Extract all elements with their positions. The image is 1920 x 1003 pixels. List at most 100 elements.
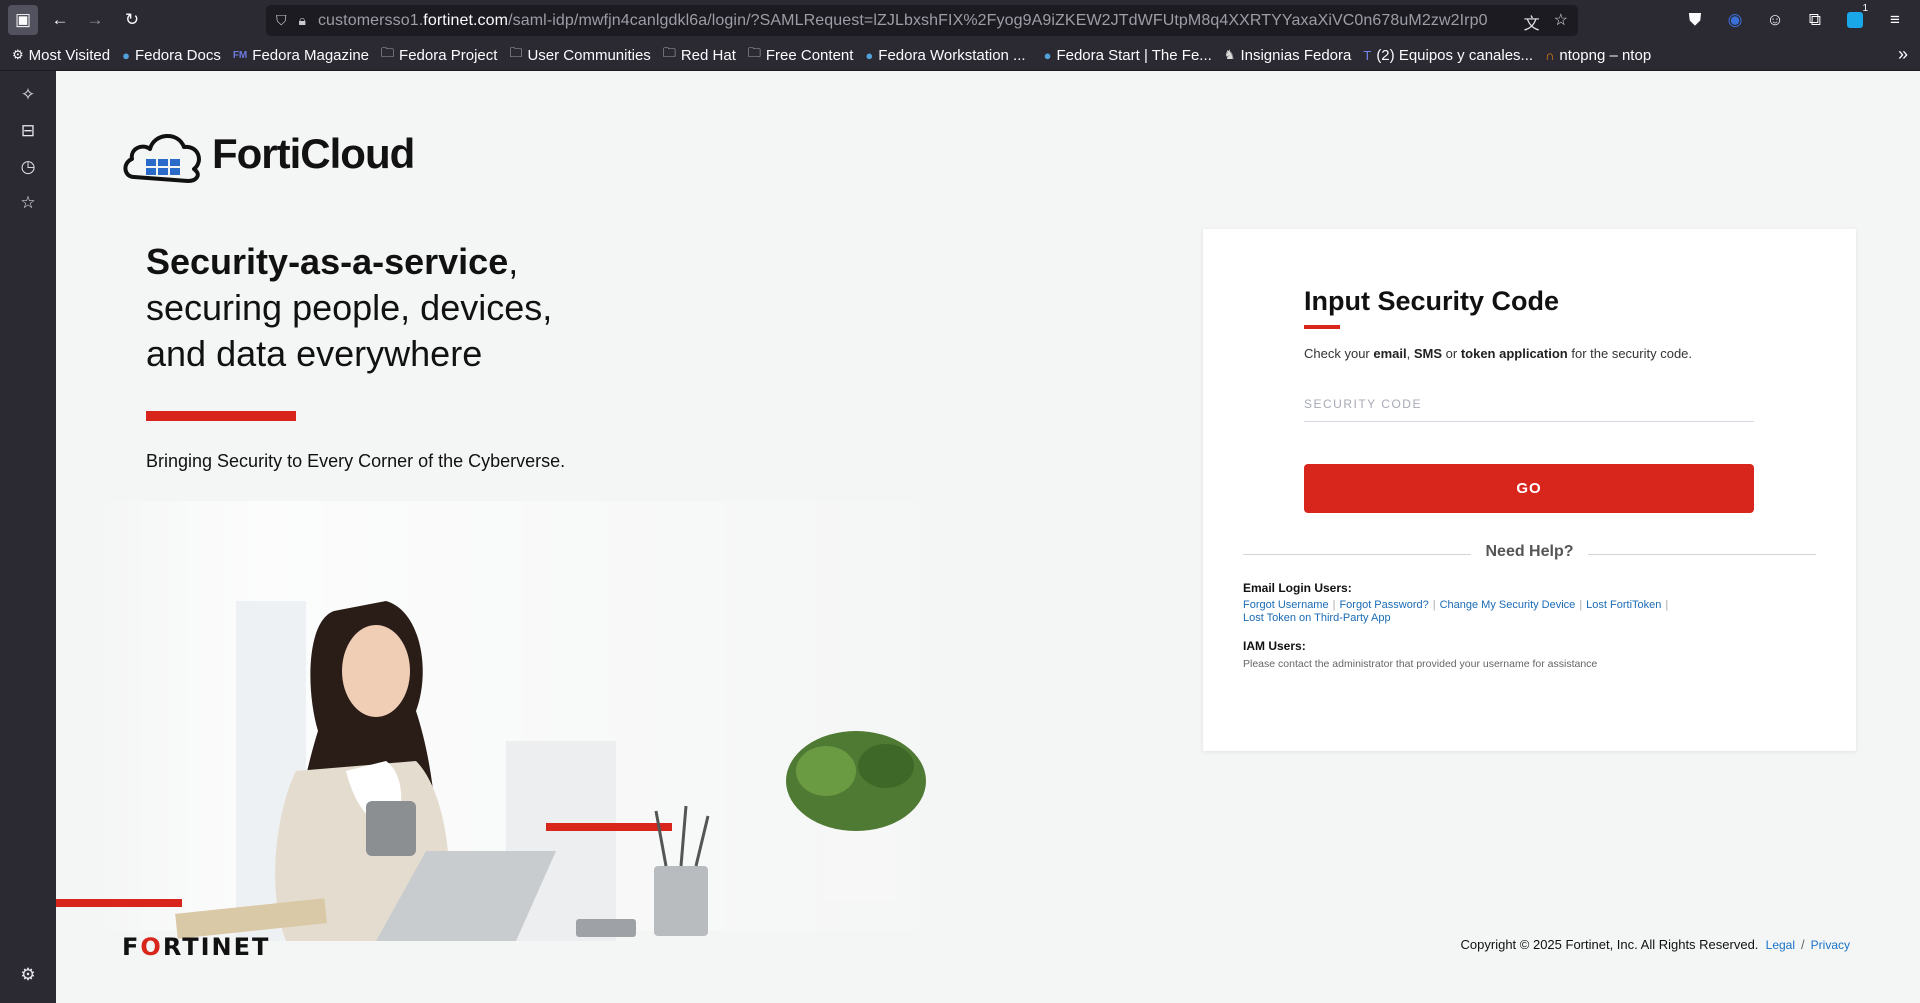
- legal-link[interactable]: Legal: [1766, 938, 1795, 952]
- folder-icon: 🗀: [509, 45, 523, 60]
- extensions-icon[interactable]: ⧉: [1800, 5, 1830, 35]
- bookmark-insignias-fedora[interactable]: ♞ Insignias Fedora: [1224, 47, 1352, 64]
- bookmark-label: Fedora Docs: [134, 46, 221, 64]
- bookmark-label: Red Hat: [680, 46, 736, 64]
- forward-button[interactable]: →: [80, 5, 110, 35]
- change-security-device-link[interactable]: Change My Security Device: [1440, 599, 1576, 611]
- logo-text: FortiCloud: [212, 130, 415, 177]
- bookmark-fedora-docs[interactable]: ● Fedora Docs: [122, 47, 221, 64]
- browser-sidebar: ✧ ⊟ ◷ ☆ ⚙: [0, 71, 56, 1003]
- bookmark-label: Fedora Start | The Fe...: [1056, 46, 1212, 64]
- desc-sms: SMS: [1413, 346, 1443, 361]
- extension-badge-count: 1: [1862, 3, 1868, 14]
- desc-email: email: [1373, 346, 1407, 361]
- link-divider: |: [1665, 599, 1669, 611]
- hero-headline: Security-as-a-service, securing people, …: [146, 239, 646, 377]
- folder-icon: 🗀: [662, 45, 676, 60]
- bookmark-red-hat[interactable]: 🗀 Red Hat: [663, 44, 736, 66]
- lock-icon[interactable]: 🔒︎: [299, 12, 306, 29]
- shield-icon[interactable]: ⛉: [276, 12, 287, 29]
- privacy-link[interactable]: Privacy: [1811, 938, 1850, 952]
- fedora-icon: ●: [865, 47, 874, 63]
- ntop-icon: ∩: [1545, 47, 1555, 63]
- fedora-magazine-icon: FM: [232, 49, 248, 61]
- address-bar[interactable]: ⛉ 🔒︎ customersso1.fortinet.com/saml-idp/…: [266, 5, 1578, 36]
- bookmarks-bar: ⚙ Most Visited ● Fedora Docs FM Fedora Maga…: [0, 40, 1920, 71]
- profile-icon[interactable]: ☺: [1760, 5, 1790, 35]
- bookmark-most-visited[interactable]: ⚙ Most Visited: [12, 47, 110, 64]
- history-icon[interactable]: ◷: [16, 155, 40, 179]
- fedora-icon: ●: [1043, 47, 1052, 63]
- security-code-card: Input Security Code Check your email, SM…: [1203, 229, 1856, 751]
- folder-icon: 🗀: [381, 45, 395, 60]
- email-users-heading: Email Login Users:: [1243, 581, 1352, 595]
- bookmark-label: User Communities: [527, 46, 651, 64]
- folder-icon: 🗀: [747, 45, 761, 60]
- bookmarks-star-icon[interactable]: ☆: [16, 191, 40, 215]
- title-underline: [1304, 325, 1340, 329]
- browser-toolbar: ▣ ← → ↻ ⛉ 🔒︎ customersso1.fortinet.com/s…: [0, 0, 1920, 40]
- copyright-text: Copyright © 2025 Fortinet, Inc. All Righ…: [1460, 937, 1759, 952]
- bookmark-label: Free Content: [765, 46, 854, 64]
- bookmark-label: Most Visited: [28, 46, 111, 64]
- go-button[interactable]: GO: [1304, 464, 1754, 513]
- lost-fortitoken-link[interactable]: Lost FortiToken: [1586, 599, 1661, 611]
- menu-icon[interactable]: ≡: [1880, 5, 1910, 35]
- url-text[interactable]: customersso1.fortinet.com/saml-idp/mwfjn…: [318, 12, 1498, 30]
- desc-text: ,: [1406, 346, 1414, 361]
- extension-icon[interactable]: 1: [1840, 3, 1870, 35]
- forticloud-logo[interactable]: FortiCloud: [120, 125, 415, 183]
- bookmark-fedora-magazine[interactable]: FM Fedora Magazine: [233, 47, 369, 64]
- pocket-icon[interactable]: ⛊: [1680, 5, 1710, 35]
- headline-comma: ,: [508, 241, 519, 282]
- headline-accent-bar: [146, 411, 296, 421]
- badge-icon: ♞: [1223, 47, 1236, 62]
- link-divider: |: [1332, 599, 1336, 611]
- link-divider: |: [1579, 599, 1583, 611]
- reload-button[interactable]: ↻: [117, 5, 147, 35]
- gear-icon: ⚙: [12, 47, 24, 62]
- bookmark-ntopng[interactable]: ∩ ntopng – ntop: [1545, 47, 1651, 64]
- forgot-password-link[interactable]: Forgot Password?: [1339, 599, 1428, 611]
- bookmark-label: Insignias Fedora: [1240, 46, 1352, 64]
- translate-icon[interactable]: 文: [1524, 10, 1540, 34]
- url-path: /saml-idp/mwfjn4canlgdkl6a/login/?SAMLRe…: [508, 11, 1488, 29]
- fedora-icon: ●: [122, 47, 130, 63]
- desc-text: or: [1442, 346, 1461, 361]
- bookmark-fedora-project[interactable]: 🗀 Fedora Project: [381, 44, 497, 66]
- desc-text: for the security code.: [1567, 346, 1693, 361]
- bookmark-label: ntopng – ntop: [1559, 46, 1652, 64]
- tagline: Bringing Security to Every Corner of the…: [146, 451, 566, 471]
- synced-tabs-icon[interactable]: ⊟: [16, 119, 40, 143]
- card-description: Check your email, SMS or token applicati…: [1304, 346, 1692, 361]
- iam-note: Please contact the administrator that pr…: [1243, 658, 1598, 670]
- sidebar-toggle-icon[interactable]: ▣: [8, 5, 38, 35]
- page-content: FortiCloud Security-as-a-service, securi…: [56, 71, 1920, 1003]
- iam-users-heading: IAM Users:: [1243, 639, 1306, 653]
- settings-gear-icon[interactable]: ⚙: [16, 963, 40, 987]
- hero-illustration: [56, 501, 976, 941]
- more-bookmarks-icon[interactable]: »: [1898, 44, 1908, 65]
- headline-line-2: securing people, devices,: [146, 287, 553, 328]
- back-button[interactable]: ←: [45, 5, 75, 35]
- lost-third-party-token-link[interactable]: Lost Token on Third-Party App: [1243, 612, 1391, 624]
- bookmark-teams[interactable]: T (2) Equipos y canales...: [1363, 47, 1533, 64]
- link-separator: /: [1801, 937, 1805, 952]
- fortinet-footer-logo[interactable]: FORTINET: [122, 933, 270, 961]
- need-help-text: Need Help?: [1471, 543, 1588, 560]
- ai-sparkle-icon[interactable]: ✧: [16, 83, 40, 107]
- headline-bold: Security-as-a-service: [146, 241, 509, 282]
- bookmark-free-content[interactable]: 🗀 Free Content: [748, 44, 854, 66]
- bookmark-label: Fedora Workstation ...: [878, 46, 1026, 64]
- card-title: Input Security Code: [1304, 286, 1560, 316]
- url-host-prefix: customersso1.: [317, 11, 424, 29]
- forgot-username-link[interactable]: Forgot Username: [1243, 599, 1329, 611]
- bookmark-fedora-start[interactable]: ● Fedora Start | The Fe...: [1044, 47, 1212, 64]
- bookmark-label: (2) Equipos y canales...: [1376, 46, 1534, 64]
- security-code-input[interactable]: [1304, 386, 1754, 422]
- need-help-label: Need Help?: [1203, 543, 1856, 561]
- account-icon[interactable]: ◉: [1720, 5, 1750, 35]
- bookmark-star-icon[interactable]: ☆: [1554, 10, 1568, 34]
- bookmark-user-communities[interactable]: 🗀 User Communities: [509, 44, 650, 66]
- bookmark-fedora-workstation[interactable]: ● Fedora Workstation ...: [865, 47, 1025, 64]
